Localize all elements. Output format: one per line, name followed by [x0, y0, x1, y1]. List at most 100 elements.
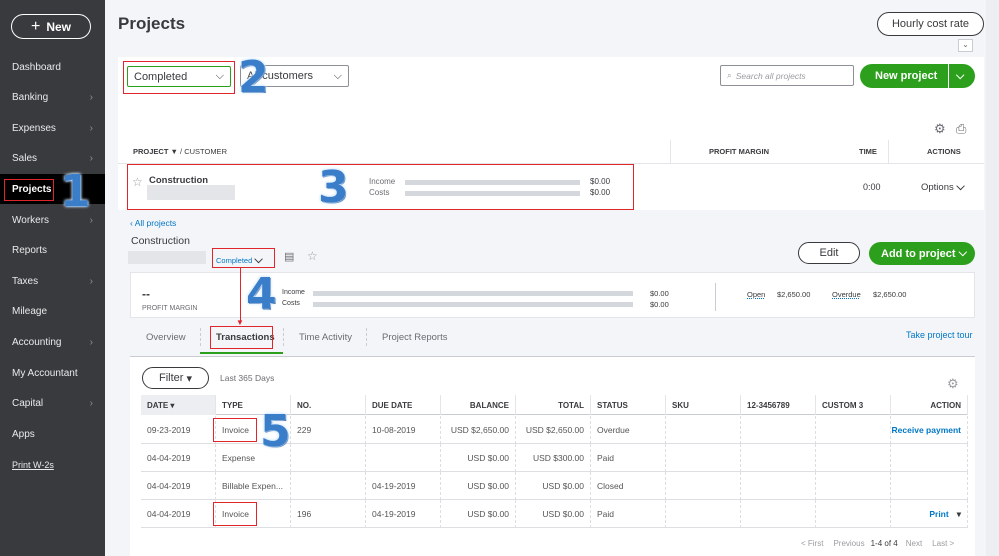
- annotation-box: [127, 164, 634, 210]
- sidebar-item-reports[interactable]: Reports: [0, 236, 105, 266]
- table-cell: Paid: [591, 500, 666, 528]
- column-header[interactable]: DATE ▾: [141, 395, 216, 415]
- chevron-right-icon: ›: [89, 153, 93, 165]
- annotation-arrow: [240, 268, 241, 322]
- sidebar-item-my-accountant[interactable]: My Accountant: [0, 358, 105, 388]
- table-cell[interactable]: Print ▾: [891, 500, 968, 528]
- column-header[interactable]: DUE DATE: [366, 395, 441, 415]
- sort-project[interactable]: PROJECT ▼ / CUSTOMER: [133, 147, 227, 156]
- last-page[interactable]: Last >: [932, 539, 954, 548]
- print-icon[interactable]: ⎙: [956, 121, 966, 137]
- column-header[interactable]: BALANCE: [441, 395, 516, 415]
- search-input[interactable]: ⌕ Search all projects: [720, 65, 854, 86]
- table-cell: [366, 444, 441, 472]
- table-cell: 09-23-2019: [141, 416, 216, 444]
- column-header[interactable]: 12-3456789: [741, 395, 816, 415]
- sidebar-item-mileage[interactable]: Mileage: [0, 297, 105, 327]
- note-icon[interactable]: ▤: [284, 250, 294, 263]
- add-to-project-button[interactable]: Add to project ⌵: [869, 242, 975, 265]
- sidebar-item-expenses[interactable]: Expenses ›: [0, 113, 105, 143]
- tab-project-reports[interactable]: Project Reports: [382, 332, 447, 343]
- table-cell: 04-04-2019: [141, 444, 216, 472]
- hourly-cost-rate-button[interactable]: Hourly cost rate: [877, 12, 984, 36]
- table-cell[interactable]: Receive payment: [891, 416, 968, 444]
- table-cell: 229: [291, 416, 366, 444]
- star-icon[interactable]: ☆: [307, 249, 318, 263]
- options-menu[interactable]: Options ⌵: [921, 181, 965, 194]
- table-cell: USD $0.00: [516, 472, 591, 500]
- take-project-tour-link[interactable]: Take project tour: [906, 330, 973, 340]
- table-cell: [741, 472, 816, 500]
- edit-button[interactable]: Edit: [798, 242, 860, 264]
- tab-time-activity[interactable]: Time Activity: [299, 332, 352, 343]
- table-cell: Closed: [591, 472, 666, 500]
- table-cell: 04-19-2019: [366, 500, 441, 528]
- annotation-number: 1: [60, 166, 91, 217]
- table-cell: USD $2,650.00: [441, 416, 516, 444]
- sidebar-item-banking[interactable]: Banking ›: [0, 83, 105, 113]
- chevron-right-icon: ›: [89, 275, 93, 287]
- all-projects-link[interactable]: ‹ All projects: [130, 218, 176, 228]
- chevron-right-icon: ›: [89, 336, 93, 348]
- sidebar-item-dashboard[interactable]: Dashboard: [0, 52, 105, 82]
- new-button[interactable]: + New: [11, 14, 91, 39]
- table-cell: [666, 472, 741, 500]
- table-cell: [666, 416, 741, 444]
- projects-table-header: PROJECT ▼ / CUSTOMER PROFIT MARGIN TIME …: [118, 140, 984, 164]
- gear-icon[interactable]: ⚙: [934, 121, 946, 137]
- new-project-button[interactable]: New project ⌵: [860, 64, 975, 88]
- sidebar-link-print-w2s[interactable]: Print W-2s: [0, 450, 105, 480]
- column-header[interactable]: SKU: [666, 395, 741, 415]
- table-cell: [891, 444, 968, 472]
- chevron-down-icon[interactable]: ⌵: [948, 64, 964, 88]
- annotation-box: [4, 179, 54, 201]
- table-cell: 196: [291, 500, 366, 528]
- sidebar-item-taxes[interactable]: Taxes ›: [0, 266, 105, 296]
- search-icon: ⌕: [727, 70, 732, 80]
- table-cell: Billable Expen...: [216, 472, 291, 500]
- scrollbar[interactable]: [986, 0, 999, 556]
- column-header[interactable]: NO.: [291, 395, 366, 415]
- costs-bar: [313, 302, 633, 307]
- annotation-number: 3: [318, 162, 349, 213]
- next-page[interactable]: Next: [906, 539, 922, 548]
- table-cell: USD $0.00: [441, 500, 516, 528]
- column-header[interactable]: TOTAL: [516, 395, 591, 415]
- chevron-down-icon: ⌵: [333, 69, 342, 82]
- tab-overview[interactable]: Overview: [146, 332, 186, 343]
- annotation-box: [213, 502, 257, 526]
- table-cell: [291, 444, 366, 472]
- table-cell: [741, 444, 816, 472]
- table-cell: [891, 472, 968, 500]
- table-cell: Overdue: [591, 416, 666, 444]
- annotation-box: [212, 248, 275, 268]
- sidebar-item-apps[interactable]: Apps: [0, 419, 105, 449]
- sidebar-item-capital[interactable]: Capital ›: [0, 389, 105, 419]
- table-cell: USD $0.00: [516, 500, 591, 528]
- column-header[interactable]: STATUS: [591, 395, 666, 415]
- previous-page[interactable]: Previous: [833, 539, 864, 548]
- table-cell: USD $0.00: [441, 444, 516, 472]
- sidebar-item-accounting[interactable]: Accounting ›: [0, 327, 105, 357]
- column-header[interactable]: CUSTOM 3: [816, 395, 891, 415]
- annotation-number: 5: [260, 406, 291, 457]
- income-bar: [313, 291, 633, 296]
- table-cell: 10-08-2019: [366, 416, 441, 444]
- filter-button[interactable]: Filter ▾: [142, 367, 209, 389]
- table-cell: [816, 444, 891, 472]
- column-header[interactable]: ACTION: [891, 395, 968, 415]
- annotation-number: 4: [246, 269, 277, 320]
- date-range-label: Last 365 Days: [220, 373, 275, 383]
- gear-icon[interactable]: ⚙: [947, 376, 959, 392]
- annotation-number: 2: [238, 52, 269, 103]
- active-tab-indicator: [200, 352, 283, 354]
- table-cell: USD $300.00: [516, 444, 591, 472]
- table-cell: [816, 416, 891, 444]
- chevron-right-icon: ›: [89, 92, 93, 104]
- first-page[interactable]: < First: [801, 539, 823, 548]
- chevron-right-icon: ›: [89, 398, 93, 410]
- customer-placeholder: [128, 251, 206, 264]
- table-cell: [666, 444, 741, 472]
- annotation-box: [123, 61, 235, 94]
- chevron-down-icon[interactable]: ⌄: [958, 39, 973, 52]
